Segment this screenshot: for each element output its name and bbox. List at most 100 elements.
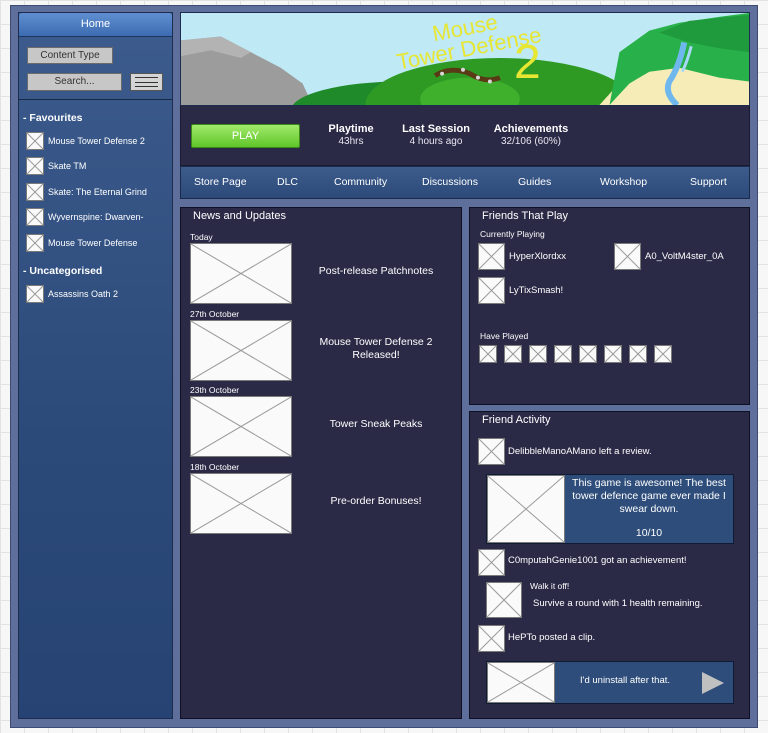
tab-store-page[interactable]: Store Page xyxy=(194,167,247,198)
play-bar: PLAY Playtime 43hrs Last Session 4 hours… xyxy=(180,106,750,166)
friend-a0-voltm4ster[interactable]: A0_VoltM4ster_0A xyxy=(614,243,724,270)
section-header-favourites[interactable]: - Favourites xyxy=(23,112,83,124)
stat-title: Playtime xyxy=(328,123,374,135)
avatar-icon xyxy=(478,243,505,270)
game-item-mouse-tower-defense-2[interactable]: Mouse Tower Defense 2 xyxy=(26,131,145,151)
achievement-name: Walk it off! xyxy=(530,581,570,591)
avatar-icon[interactable] xyxy=(529,345,547,363)
avatar-icon[interactable] xyxy=(478,438,505,465)
tab-guides[interactable]: Guides xyxy=(518,167,551,198)
game-item-wyvernspine[interactable]: Wyvernspine: Dwarven- xyxy=(26,207,143,227)
review-card[interactable]: This game is awesome! The best tower def… xyxy=(486,474,734,544)
game-item-label: Assassins Oath 2 xyxy=(48,289,119,299)
game-item-label: Wyvernspine: Dwarven- xyxy=(48,212,144,222)
avatar-icon[interactable] xyxy=(604,345,622,363)
news-panel-title: News and Updates xyxy=(193,210,286,222)
review-event-text: DelibbleManoAMano left a review. xyxy=(508,446,652,457)
stat-last-session: Last Session 4 hours ago xyxy=(391,123,481,147)
tab-dlc[interactable]: DLC xyxy=(277,167,298,198)
section-header-uncategorised[interactable]: - Uncategorised xyxy=(23,265,102,277)
tab-discussions[interactable]: Discussions xyxy=(422,167,478,198)
nav-tabs: Store Page DLC Community Discussions Gui… xyxy=(180,166,750,199)
friend-hyperxlordxx[interactable]: HyperXlordxx xyxy=(478,243,566,270)
friends-panel-title: Friends That Play xyxy=(482,210,569,222)
banner-number: 2 xyxy=(514,36,541,89)
stat-title: Last Session xyxy=(402,123,470,135)
game-item-skate-eternal-grind[interactable]: Skate: The Eternal Grind xyxy=(26,182,147,202)
tab-support[interactable]: Support xyxy=(690,167,727,198)
news-thumbnail-icon[interactable] xyxy=(190,320,292,381)
home-button[interactable]: Home xyxy=(19,13,172,37)
avatar-icon[interactable] xyxy=(478,625,505,652)
news-caption[interactable]: Mouse Tower Defense 2 Released! xyxy=(311,336,441,362)
avatar-icon[interactable] xyxy=(579,345,597,363)
game-item-assassins-oath-2[interactable]: Assassins Oath 2 xyxy=(26,284,118,304)
play-icon[interactable] xyxy=(702,672,724,694)
menu-icon[interactable] xyxy=(130,73,163,91)
friend-name: HyperXlordxx xyxy=(509,251,567,262)
avatar-icon xyxy=(478,277,505,304)
stat-value: 32/106 (60%) xyxy=(500,136,562,147)
game-item-skate-tm[interactable]: Skate TM xyxy=(26,156,86,176)
game-item-label: Mouse Tower Defense 2 xyxy=(48,136,145,146)
achievement-description: Survive a round with 1 health remaining. xyxy=(533,598,703,609)
news-thumbnail-icon[interactable] xyxy=(190,473,292,534)
game-banner: Mouse Tower Defense 2 xyxy=(180,12,750,106)
play-button[interactable]: PLAY xyxy=(191,124,300,148)
achievement-event-text: C0mputahGenie1001 got an achievement! xyxy=(508,555,687,566)
tab-community[interactable]: Community xyxy=(334,167,387,198)
game-thumbnail-icon xyxy=(26,132,44,150)
activity-panel-title: Friend Activity xyxy=(482,414,551,426)
have-played-avatars xyxy=(479,345,672,363)
news-caption[interactable]: Tower Sneak Peaks xyxy=(311,418,441,431)
avatar-icon[interactable] xyxy=(554,345,572,363)
stat-playtime: Playtime 43hrs xyxy=(311,123,391,147)
stat-title: Achievements xyxy=(493,123,569,135)
news-date: 27th October xyxy=(190,309,240,319)
game-item-label: Skate TM xyxy=(48,161,87,171)
game-thumbnail-icon xyxy=(26,183,44,201)
news-caption[interactable]: Post-release Patchnotes xyxy=(311,265,441,278)
news-date: 23th October xyxy=(190,385,240,395)
news-caption[interactable]: Pre-order Bonuses! xyxy=(311,495,441,508)
search-input[interactable]: Search... xyxy=(27,73,122,91)
avatar-icon xyxy=(614,243,641,270)
stat-achievements[interactable]: Achievements 32/106 (60%) xyxy=(481,123,581,147)
avatar-icon[interactable] xyxy=(478,549,505,576)
content-type-dropdown[interactable]: Content Type xyxy=(27,47,113,64)
avatar-icon[interactable] xyxy=(504,345,522,363)
clip-caption: I'd uninstall after that. xyxy=(580,675,671,686)
clip-thumbnail-icon xyxy=(487,662,555,703)
friend-lytixsmash[interactable]: LyTixSmash! xyxy=(478,277,563,304)
have-played-label: Have Played xyxy=(480,331,529,341)
news-thumbnail-icon[interactable] xyxy=(190,396,292,457)
sidebar-divider xyxy=(19,99,172,100)
friend-activity-panel: Friend Activity DelibbleManoAMano left a… xyxy=(469,411,750,719)
review-score: 10/10 xyxy=(635,527,663,539)
avatar-icon[interactable] xyxy=(479,345,497,363)
news-panel: News and Updates Today Post-release Patc… xyxy=(180,207,462,719)
game-thumbnail-icon xyxy=(26,208,44,226)
currently-playing-label: Currently Playing xyxy=(480,229,545,239)
clip-card[interactable]: I'd uninstall after that. xyxy=(486,661,734,704)
game-thumbnail-icon xyxy=(26,157,44,175)
clip-event-text: HePTo posted a clip. xyxy=(508,632,596,643)
news-date: 18th October xyxy=(190,462,240,472)
review-thumbnail-icon xyxy=(487,475,565,543)
avatar-icon[interactable] xyxy=(654,345,672,363)
achievement-icon[interactable] xyxy=(486,582,522,618)
news-date: Today xyxy=(190,232,213,242)
tab-workshop[interactable]: Workshop xyxy=(600,167,647,198)
friend-name: LyTixSmash! xyxy=(509,285,564,296)
game-item-label: Skate: The Eternal Grind xyxy=(48,187,147,197)
game-thumbnail-icon xyxy=(26,234,44,252)
friend-name: A0_VoltM4ster_0A xyxy=(645,251,724,262)
stat-value: 43hrs xyxy=(338,136,364,147)
news-thumbnail-icon[interactable] xyxy=(190,243,292,304)
friends-that-play-panel: Friends That Play Currently Playing Hype… xyxy=(469,207,750,405)
avatar-icon[interactable] xyxy=(629,345,647,363)
stat-value: 4 hours ago xyxy=(409,136,463,147)
game-item-mouse-tower-defense[interactable]: Mouse Tower Defense xyxy=(26,233,137,253)
game-item-label: Mouse Tower Defense xyxy=(48,238,138,248)
game-thumbnail-icon xyxy=(26,285,44,303)
